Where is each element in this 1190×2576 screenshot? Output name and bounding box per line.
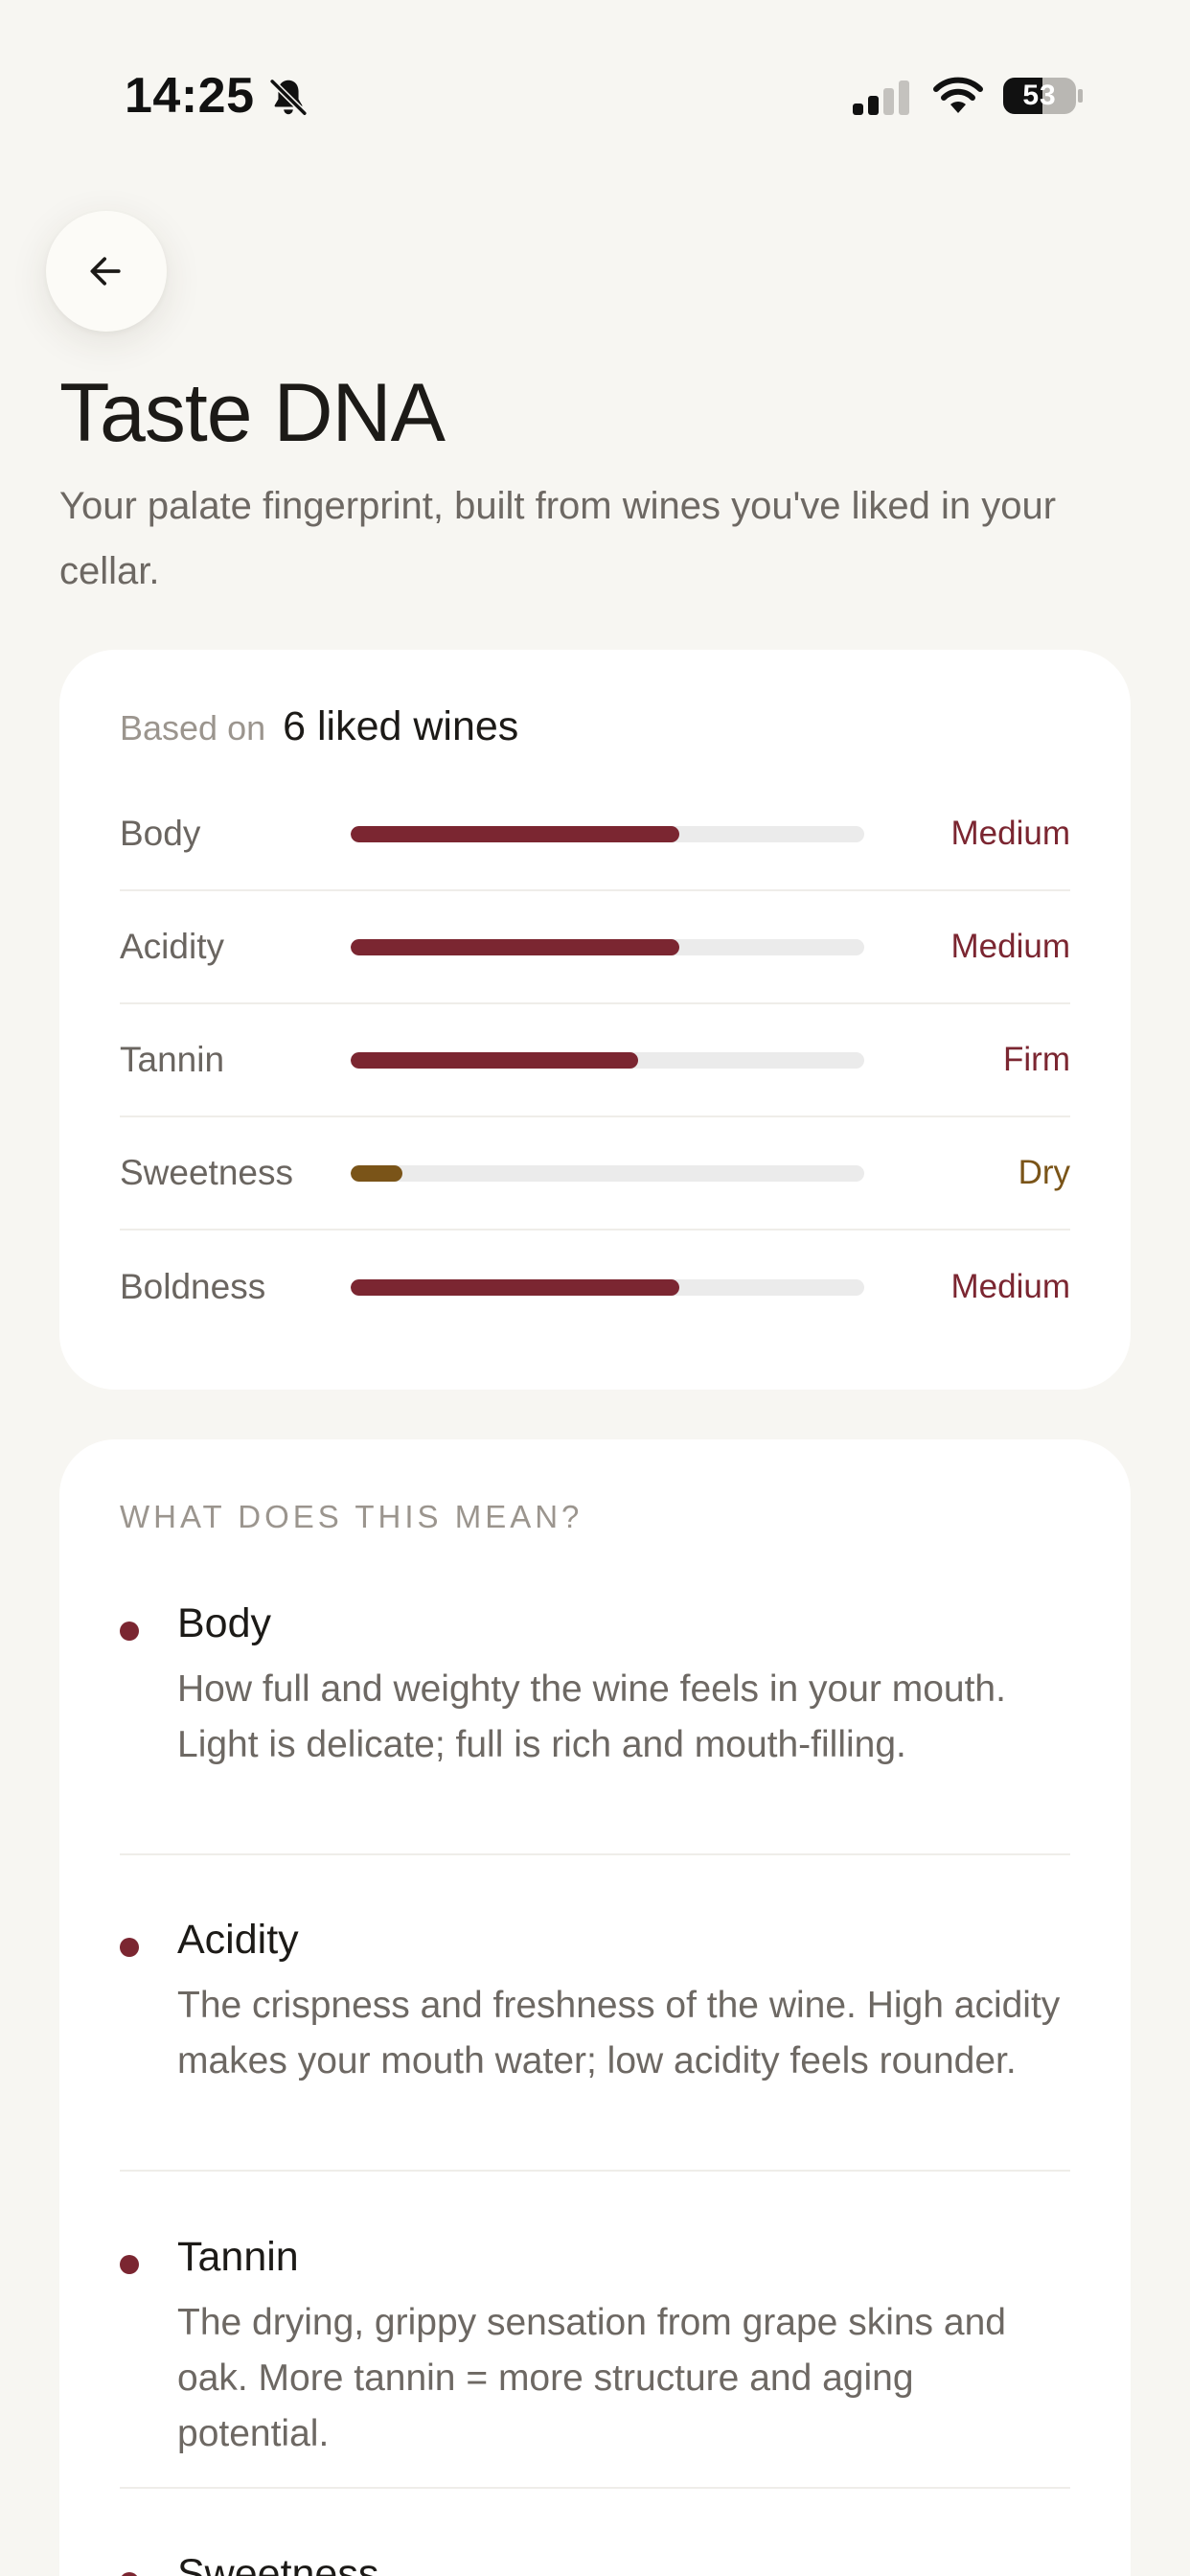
arrow-left-icon — [90, 257, 121, 286]
battery-icon: 53 — [1002, 75, 1085, 117]
trait-value: Firm — [1003, 1041, 1070, 1078]
trait-bar-fill — [351, 1164, 402, 1182]
glossary-description: The crispness and freshness of the wine.… — [177, 1985, 1061, 2082]
status-time: 14:25 — [125, 68, 255, 124]
trait-bar-fill — [351, 1051, 639, 1069]
bullet-dot — [120, 2572, 139, 2576]
trait-value: Medium — [950, 1268, 1070, 1305]
page-subtitle: Your palate fingerprint, built from wine… — [59, 485, 1057, 592]
trait-label: Boldness — [120, 1267, 266, 1306]
trait-bar-track — [351, 1278, 864, 1296]
taste-dna-screen: 14:25 53 Taste DNA Your palate fingerpri… — [0, 0, 1190, 2576]
glossary-term: Acidity — [177, 1917, 299, 1963]
trait-bar-fill — [351, 825, 680, 842]
bell-slash-icon — [268, 78, 309, 117]
trait-row-boldness: Boldness Medium — [120, 1230, 1070, 1344]
based-on-label: Based on — [120, 708, 266, 748]
trait-bar-fill — [351, 1278, 680, 1296]
liked-wines-count: 6 liked wines — [283, 703, 519, 749]
trait-bar-track — [351, 825, 864, 842]
status-bar: 14:25 53 — [0, 0, 1190, 192]
glossary-item-body: Body How full and weighty the wine feels… — [120, 1600, 1070, 1855]
bullet-dot — [120, 1938, 139, 1957]
bullet-dot — [120, 2255, 139, 2274]
based-on: Based on 6 liked wines — [120, 703, 518, 750]
trait-row-sweetness: Sweetness Dry — [120, 1117, 1070, 1230]
trait-label: Tannin — [120, 1040, 225, 1079]
trait-bar-fill — [351, 938, 680, 955]
glossary-item-acidity: Acidity The crispness and freshness of t… — [120, 1917, 1070, 2172]
glossary-term: Sweetness — [177, 2551, 379, 2576]
trait-value: Medium — [950, 815, 1070, 852]
trait-value: Dry — [1018, 1154, 1070, 1191]
glossary-term: Tannin — [177, 2234, 299, 2280]
glossary-heading: WHAT DOES THIS MEAN? — [120, 1499, 584, 1534]
trait-label: Acidity — [120, 927, 224, 966]
trait-row-tannin: Tannin Firm — [120, 1004, 1070, 1117]
glossary-item-sweetness: Sweetness — [120, 2551, 1070, 2576]
glossary-item-tannin: Tannin The drying, grippy sensation from… — [120, 2234, 1070, 2489]
trait-value: Medium — [950, 928, 1070, 965]
trait-label: Sweetness — [120, 1153, 293, 1192]
glossary-description: How full and weighty the wine feels in y… — [177, 1668, 1006, 1765]
glossary-term: Body — [177, 1600, 272, 1646]
trait-bar-track — [351, 938, 864, 955]
battery-level: 53 — [1022, 80, 1057, 111]
page-title: Taste DNA — [59, 367, 446, 459]
signal-icon — [853, 80, 909, 115]
wifi-icon — [933, 77, 983, 113]
taste-profile-card: Based on 6 liked wines Body Medium Acidi… — [59, 650, 1131, 1390]
trait-row-body: Body Medium — [120, 778, 1070, 891]
trait-bar-track — [351, 1051, 864, 1069]
back-button[interactable] — [46, 211, 167, 332]
trait-label: Body — [120, 814, 201, 853]
trait-bar-track — [351, 1164, 864, 1182]
glossary-card: WHAT DOES THIS MEAN? Body How full and w… — [59, 1439, 1131, 2576]
glossary-description: The drying, grippy sensation from grape … — [177, 2302, 1006, 2454]
bullet-dot — [120, 1622, 139, 1641]
trait-row-acidity: Acidity Medium — [120, 891, 1070, 1004]
